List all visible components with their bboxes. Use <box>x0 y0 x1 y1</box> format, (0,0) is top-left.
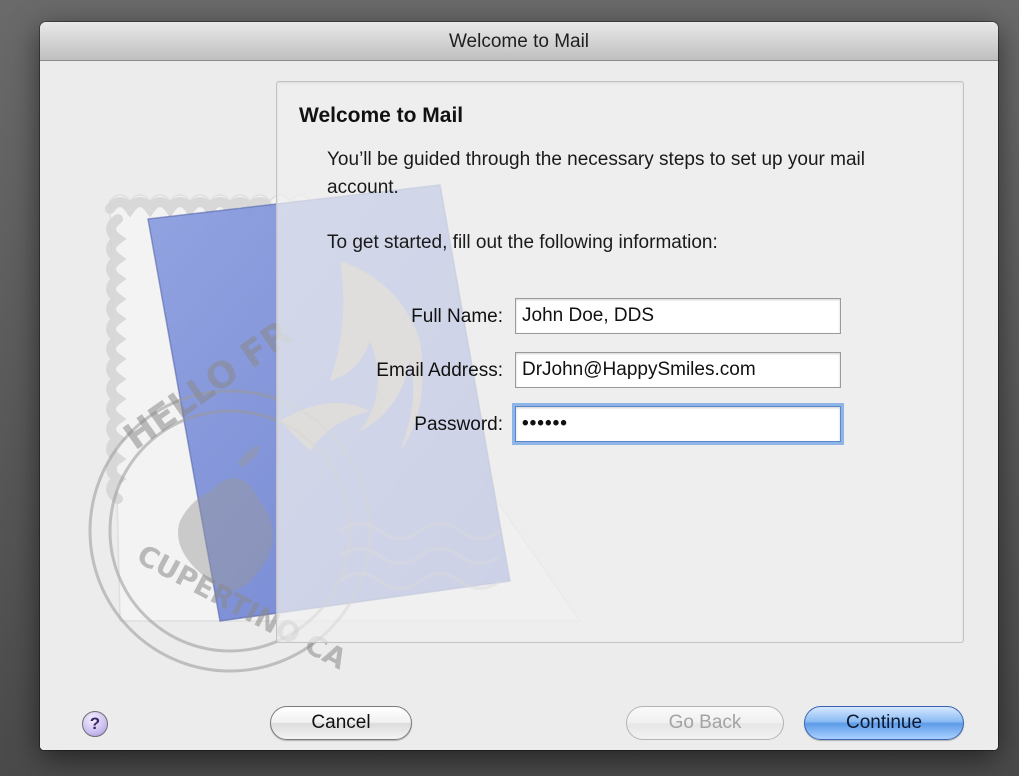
panel-title: Welcome to Mail <box>299 104 464 127</box>
help-icon[interactable]: ? <box>82 711 108 737</box>
full-name-row: Full Name: John Doe, DDS <box>277 298 963 338</box>
password-field[interactable]: •••••• <box>515 406 841 442</box>
password-value: •••••• <box>522 413 568 434</box>
cancel-button[interactable]: Cancel <box>270 706 412 740</box>
email-row: Email Address: DrJohn@HappySmiles.com <box>277 352 963 392</box>
password-label: Password: <box>414 414 503 435</box>
full-name-field[interactable]: John Doe, DDS <box>515 298 841 334</box>
password-row: Password: •••••• <box>277 406 963 446</box>
window-content: HELLO FR CUPERTINO CA Welcome to Mail Yo… <box>40 61 998 750</box>
email-field[interactable]: DrJohn@HappySmiles.com <box>515 352 841 388</box>
instruction-text: To get started, fill out the following i… <box>327 232 718 253</box>
window-title[interactable]: Welcome to Mail <box>40 22 998 61</box>
full-name-label: Full Name: <box>411 306 503 327</box>
go-back-button[interactable]: Go Back <box>626 706 784 740</box>
setup-panel: Welcome to Mail You’ll be guided through… <box>276 81 964 643</box>
email-label: Email Address: <box>376 360 503 381</box>
intro-text: You’ll be guided through the necessary s… <box>327 149 865 198</box>
mail-setup-window: Welcome to Mail HELLO FR CUPERTINO CA We… <box>40 22 998 750</box>
continue-button[interactable]: Continue <box>804 706 964 740</box>
